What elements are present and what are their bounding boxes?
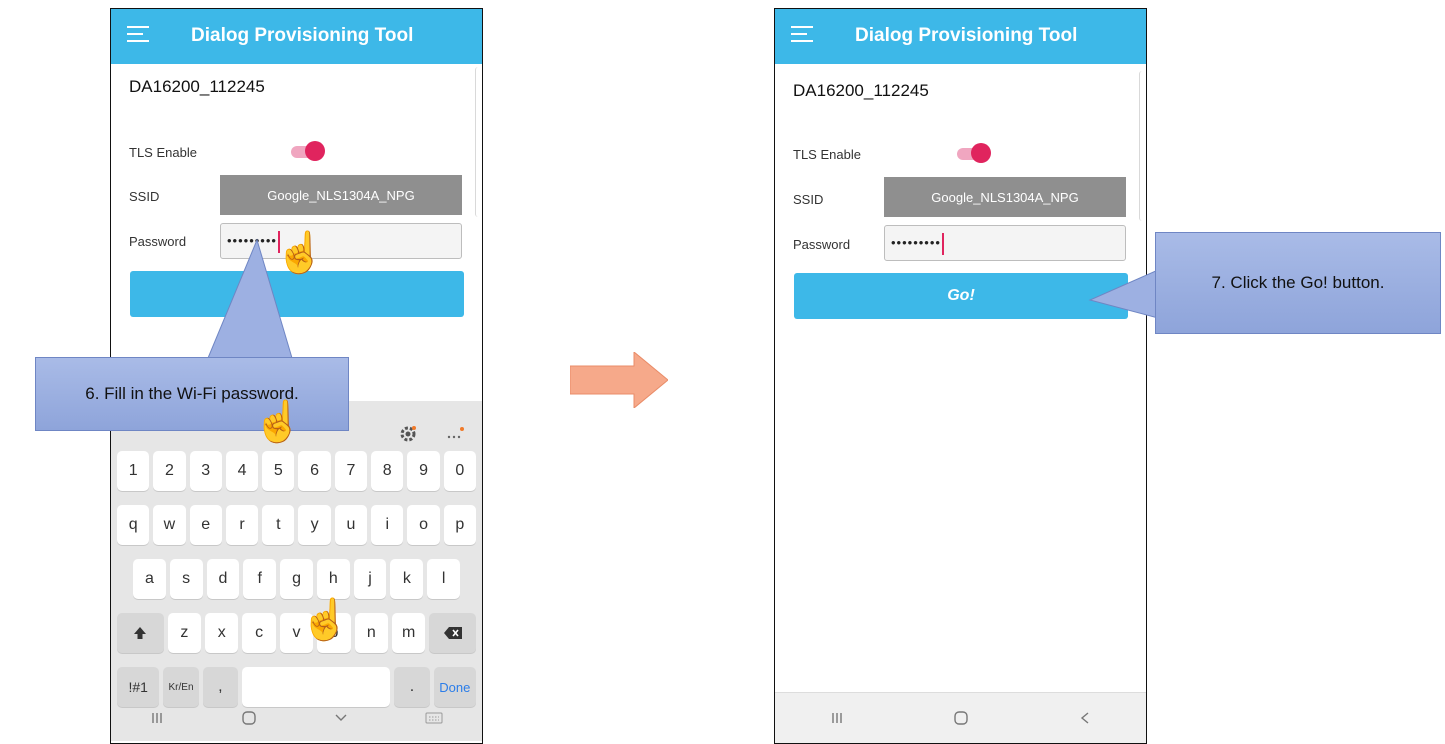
number-row: 1 2 3 4 5 6 7 8 9 0 bbox=[117, 451, 476, 491]
tls-toggle[interactable] bbox=[291, 141, 325, 161]
key-r[interactable]: r bbox=[225, 505, 259, 545]
key-8[interactable]: 8 bbox=[371, 451, 404, 491]
key-7[interactable]: 7 bbox=[334, 451, 368, 491]
key-1[interactable]: 1 bbox=[117, 451, 150, 491]
home-icon[interactable] bbox=[241, 710, 257, 726]
key-d[interactable]: d bbox=[206, 559, 240, 599]
password-label: Password bbox=[129, 234, 187, 249]
key-6[interactable]: 6 bbox=[298, 451, 331, 491]
tls-toggle[interactable] bbox=[957, 143, 991, 163]
key-c[interactable]: c bbox=[242, 613, 276, 653]
password-field[interactable]: ••••••••• bbox=[884, 225, 1126, 261]
device-name: DA16200_112245 bbox=[129, 77, 265, 96]
key-k[interactable]: k bbox=[390, 559, 424, 599]
password-label: Password bbox=[793, 237, 851, 252]
backspace-key[interactable] bbox=[429, 613, 477, 653]
ssid-label: SSID bbox=[793, 192, 824, 207]
key-o[interactable]: o bbox=[407, 505, 440, 545]
system-nav-bar bbox=[111, 693, 482, 743]
system-nav-bar bbox=[775, 692, 1146, 743]
ssid-label: SSID bbox=[129, 189, 160, 204]
key-n[interactable]: n bbox=[354, 613, 388, 653]
scrollbar[interactable] bbox=[475, 67, 482, 217]
key-x[interactable]: x bbox=[205, 613, 239, 653]
key-4[interactable]: 4 bbox=[225, 451, 259, 491]
key-u[interactable]: u bbox=[334, 505, 368, 545]
letter-row-1: q w e r t y u i o p bbox=[117, 505, 476, 545]
key-t[interactable]: t bbox=[262, 505, 295, 545]
recent-apps-icon[interactable] bbox=[150, 711, 164, 725]
shift-arrow-icon bbox=[134, 627, 147, 639]
ssid-field[interactable]: Google_NLS1304A_NPG bbox=[884, 177, 1126, 217]
app-bar: Dialog Provisioning Tool bbox=[111, 9, 482, 64]
ssid-field[interactable]: Google_NLS1304A_NPG bbox=[220, 175, 462, 215]
next-step-arrow-icon bbox=[570, 352, 668, 408]
tls-label: TLS Enable bbox=[129, 145, 197, 160]
menu-icon[interactable] bbox=[791, 26, 813, 44]
key-s[interactable]: s bbox=[169, 559, 203, 599]
more-icon[interactable] bbox=[446, 425, 466, 443]
key-p[interactable]: p bbox=[443, 505, 476, 545]
key-y[interactable]: y bbox=[298, 505, 331, 545]
recent-apps-icon[interactable] bbox=[830, 711, 844, 725]
text-cursor bbox=[941, 232, 944, 255]
key-2[interactable]: 2 bbox=[153, 451, 186, 491]
go-button[interactable]: Go! bbox=[794, 273, 1128, 319]
key-m[interactable]: m bbox=[391, 613, 426, 653]
letter-row-2: a s d f g h j k l bbox=[133, 559, 461, 599]
shift-key[interactable] bbox=[117, 613, 164, 653]
key-3[interactable]: 3 bbox=[189, 451, 222, 491]
key-a[interactable]: a bbox=[133, 559, 166, 599]
key-i[interactable]: i bbox=[371, 505, 404, 545]
tls-label: TLS Enable bbox=[793, 147, 861, 162]
home-icon[interactable] bbox=[953, 710, 969, 726]
hide-keyboard-icon[interactable] bbox=[334, 713, 348, 723]
key-z[interactable]: z bbox=[167, 613, 202, 653]
key-w[interactable]: w bbox=[153, 505, 186, 545]
key-9[interactable]: 9 bbox=[407, 451, 440, 491]
app-bar: Dialog Provisioning Tool bbox=[775, 9, 1146, 64]
key-5[interactable]: 5 bbox=[262, 451, 295, 491]
menu-icon[interactable] bbox=[127, 26, 149, 44]
key-e[interactable]: e bbox=[189, 505, 222, 545]
tap-hand-icon: ☝ bbox=[253, 400, 303, 444]
callout-6-pointer bbox=[207, 238, 293, 359]
back-icon[interactable] bbox=[1079, 711, 1091, 725]
tap-hand-icon: ☝ bbox=[300, 598, 350, 642]
callout-step-7: 7. Click the Go! button. bbox=[1155, 232, 1441, 334]
key-l[interactable]: l bbox=[427, 559, 461, 599]
key-q[interactable]: q bbox=[117, 505, 150, 545]
phone-screen-step-7: Dialog Provisioning Tool DA16200_112245 … bbox=[774, 8, 1147, 744]
scrollbar[interactable] bbox=[1139, 71, 1146, 221]
device-name: DA16200_112245 bbox=[793, 81, 929, 100]
password-mask: ••••••••• bbox=[891, 235, 941, 250]
key-f[interactable]: f bbox=[243, 559, 277, 599]
callout-7-pointer bbox=[1088, 269, 1159, 319]
letter-row-3: z x c v b n m bbox=[117, 613, 477, 653]
settings-icon[interactable] bbox=[399, 425, 417, 443]
key-0[interactable]: 0 bbox=[443, 451, 476, 491]
key-j[interactable]: j bbox=[353, 559, 387, 599]
key-h[interactable]: h bbox=[316, 559, 350, 599]
soft-keyboard: 1 2 3 4 5 6 7 8 9 0 q w e r t y u i o p … bbox=[111, 401, 482, 741]
app-title: Dialog Provisioning Tool bbox=[855, 25, 1078, 46]
app-title: Dialog Provisioning Tool bbox=[191, 25, 414, 46]
keyboard-switch-icon[interactable] bbox=[425, 712, 443, 724]
key-g[interactable]: g bbox=[280, 559, 313, 599]
backspace-icon bbox=[443, 627, 462, 639]
